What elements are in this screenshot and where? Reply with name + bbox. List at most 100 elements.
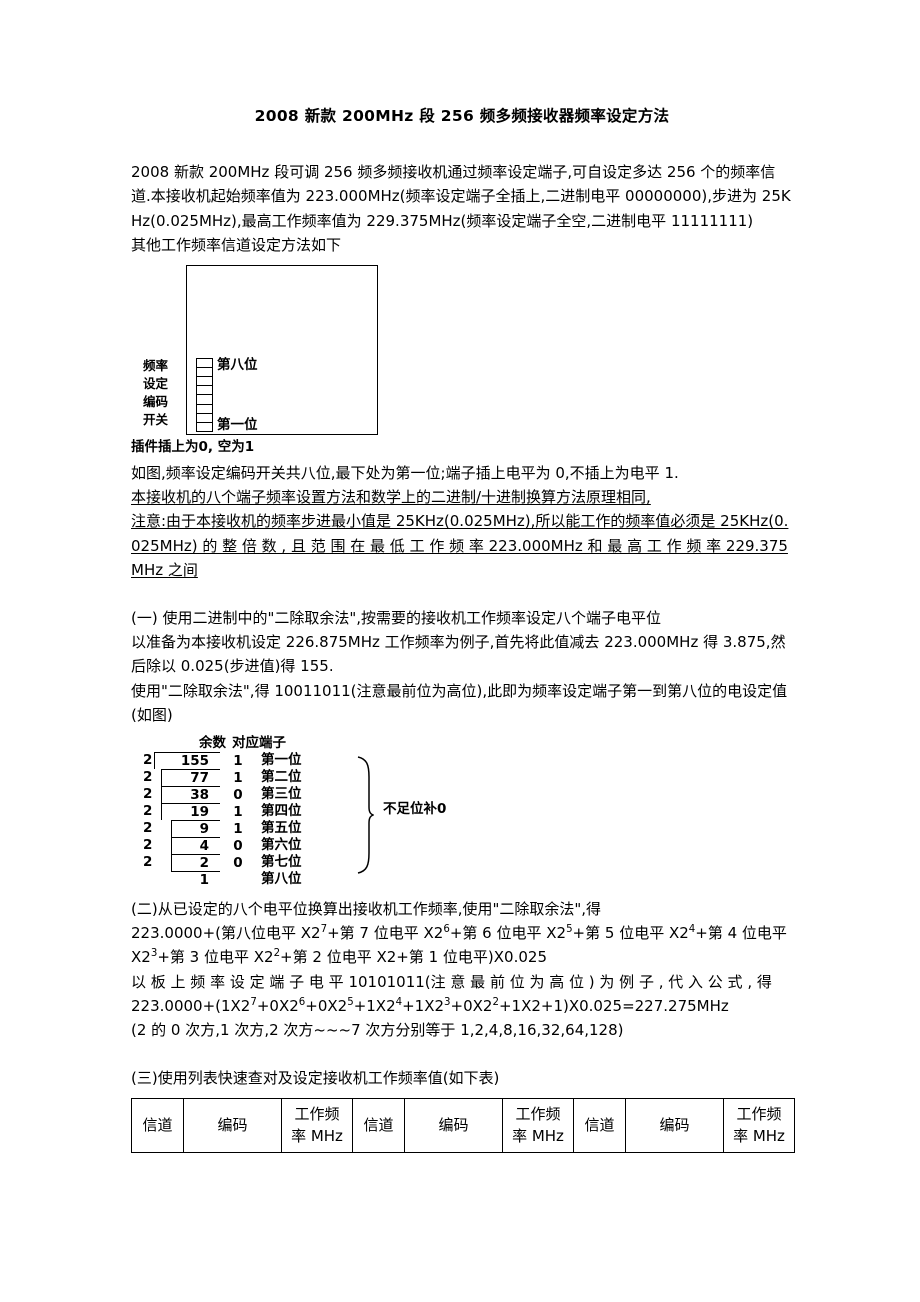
division-row: 2 77 1 第二位 bbox=[143, 768, 473, 786]
division-divisor: 2 bbox=[143, 853, 153, 870]
header-frequency-2: 工作频率 MHz bbox=[502, 1098, 574, 1154]
dip-switch-cell-3 bbox=[197, 405, 212, 414]
division-divisor: 2 bbox=[143, 785, 153, 802]
calc-part: +1X2 bbox=[402, 996, 445, 1015]
switch-label-column-1: 频 设 编 开 bbox=[143, 357, 156, 429]
division-header-remainder: 余数 bbox=[199, 734, 226, 751]
division-terminal: 第六位 bbox=[261, 836, 302, 853]
switch-diagram-caption: 插件插上为0, 空为1 bbox=[131, 438, 255, 455]
division-remainder: 1 bbox=[233, 752, 243, 769]
division-remainder: 1 bbox=[233, 769, 243, 786]
division-row: 1 第八位 bbox=[143, 870, 473, 888]
division-terminal: 第二位 bbox=[261, 768, 302, 785]
dip-switch-cell-6 bbox=[197, 377, 212, 387]
formula-part: 223.0000+(第八位电平 X2 bbox=[131, 924, 321, 943]
switch-label-char: 编 bbox=[143, 393, 156, 409]
switch-label-char: 频 bbox=[143, 357, 156, 373]
division-terminal: 第八位 bbox=[261, 870, 302, 887]
header-code-2: 编码 bbox=[404, 1098, 503, 1154]
bit-label-first: 第一位 bbox=[217, 416, 258, 433]
section-one-body-1: 以准备为本接收机设定 226.875MHz 工作频率为例子,首先将此值减去 22… bbox=[131, 633, 786, 676]
division-remainder: 1 bbox=[233, 820, 243, 837]
frequency-lookup-table: 信道 编码 工作频率 MHz 信道 编码 工作频率 MHz 信道 编码 工作频率… bbox=[131, 1098, 795, 1154]
switch-label-column-2: 率 定 码 关 bbox=[156, 357, 169, 429]
section-one-body-2: 使用"二除取余法",得 10011011(注意最前位为高位),此即为频率设定端子… bbox=[131, 681, 788, 724]
document-page: 2008 新款 200MHz 段 256 频多频接收器频率设定方法 2008 新… bbox=[0, 0, 920, 1302]
division-divisor: 2 bbox=[143, 819, 153, 836]
switch-label-char: 关 bbox=[155, 411, 169, 427]
division-quotient: 19 bbox=[190, 803, 209, 820]
division-header-terminal: 对应端子 bbox=[232, 734, 286, 751]
header-frequency-line2: 率 MHz bbox=[512, 1127, 564, 1146]
note-line-2: 本接收机的八个端子频率设置方法和数学上的二进制/十进制换算方法原理相同, bbox=[131, 488, 651, 507]
header-frequency-1: 工作频率 MHz bbox=[281, 1098, 353, 1154]
table-row: 信道 编码 工作频率 MHz 信道 编码 工作频率 MHz 信道 编码 工作频率… bbox=[131, 1098, 795, 1154]
formula-part: +第 5 位电平 X2 bbox=[572, 924, 689, 943]
note-line-3: 注意:由于本接收机的频率步进最小值是 25KHz(0.025MHz),所以能工作… bbox=[131, 512, 789, 579]
dip-switch-cell-1 bbox=[197, 423, 212, 431]
calc-part: +0X2 bbox=[450, 996, 493, 1015]
switch-label-char: 设 bbox=[143, 375, 156, 391]
switch-label-char: 率 bbox=[155, 357, 169, 373]
division-quotient: 38 bbox=[190, 786, 209, 803]
calc-part: +0X2 bbox=[256, 996, 299, 1015]
division-divisor: 2 bbox=[143, 768, 153, 785]
document-content: 2008 新款 200MHz 段 256 频多频接收器频率设定方法 2008 新… bbox=[131, 106, 795, 1154]
switch-diagram: 频 设 编 开 率 定 码 关 第八位 第一位 插件插上为0, 空为1 bbox=[131, 264, 793, 461]
header-channel-3: 信道 bbox=[573, 1098, 626, 1154]
header-code-3: 编码 bbox=[625, 1098, 724, 1154]
formula-part: +第 6 位电平 X2 bbox=[449, 924, 567, 943]
note-line-1: 如图,频率设定编码开关共八位,最下处为第一位;端子插上电平为 0,不插上为电平 … bbox=[131, 463, 679, 482]
section-one-heading: (一) 使用二进制中的"二除取余法",按需要的接收机工作频率设定八个端子电平位 bbox=[131, 608, 662, 627]
grouping-brace-icon bbox=[357, 756, 374, 874]
division-remainder: 1 bbox=[233, 803, 243, 820]
division-quotient: 155 bbox=[180, 752, 209, 769]
switch-label-char: 定 bbox=[155, 375, 169, 391]
section-two-example-lead: 以 板 上 频 率 设 定 端 子 电 平 10101011(注 意 最 前 位… bbox=[131, 972, 772, 991]
division-terminal: 第三位 bbox=[261, 785, 302, 802]
dip-switch-cell-2 bbox=[197, 414, 212, 423]
calc-part: 223.0000+(1X2 bbox=[131, 996, 251, 1015]
division-remainder: 0 bbox=[233, 854, 243, 871]
calc-part: +0X2 bbox=[305, 996, 348, 1015]
header-frequency-line1: 工作频 bbox=[736, 1105, 782, 1124]
section-two-heading: (二)从已设定的八个电平位换算出接收机工作频率,使用"二除取余法",得 bbox=[131, 899, 602, 918]
formula-part: +第 2 位电平 X2+第 1 位电平)X0.025 bbox=[280, 948, 548, 967]
dip-switch-cell-7 bbox=[197, 368, 212, 378]
division-remainder: 0 bbox=[233, 837, 243, 854]
calc-part: +1X2 bbox=[353, 996, 396, 1015]
intro-lead-paragraph: 其他工作频率信道设定方法如下 bbox=[131, 235, 342, 254]
calc-part: +1X2+1)X0.025=227.275MHz bbox=[498, 996, 729, 1015]
division-header: 余数 对应端子 bbox=[199, 734, 286, 751]
division-row: 2 4 0 第六位 bbox=[143, 836, 473, 854]
division-divisor: 2 bbox=[143, 751, 153, 768]
formula-part: +第 7 位电平 X2 bbox=[327, 924, 444, 943]
receiver-body-outline bbox=[186, 264, 378, 435]
header-channel-1: 信道 bbox=[131, 1098, 184, 1154]
section-two-calculation: 223.0000+(1X27+0X26+0X25+1X24+1X23+0X22+… bbox=[131, 994, 793, 1018]
table-header: 信道 编码 工作频率 MHz 信道 编码 工作频率 MHz 信道 编码 工作频率… bbox=[131, 1098, 795, 1154]
switch-label-char: 码 bbox=[155, 393, 169, 409]
switch-label-char: 开 bbox=[143, 411, 156, 427]
long-division-diagram: 余数 对应端子 2 155 1 第一位 2 77 1 第二位 2 38 0 第三… bbox=[143, 734, 473, 888]
division-terminal: 第四位 bbox=[261, 802, 302, 819]
header-code-1: 编码 bbox=[183, 1098, 282, 1154]
division-quotient: 1 bbox=[199, 871, 209, 888]
header-frequency-3: 工作频率 MHz bbox=[723, 1098, 795, 1154]
switch-vertical-label: 频 设 编 开 率 定 码 关 bbox=[143, 357, 168, 429]
brace-note-label: 不足位补0 bbox=[383, 800, 447, 817]
dip-switch-stack bbox=[196, 357, 213, 432]
header-channel-2: 信道 bbox=[352, 1098, 405, 1154]
division-quotient: 4 bbox=[199, 837, 209, 854]
dip-switch-cell-8 bbox=[197, 359, 212, 369]
division-terminal: 第五位 bbox=[261, 819, 302, 836]
division-row: 2 9 1 第五位 bbox=[143, 819, 473, 837]
division-row: 2 2 0 第七位 bbox=[143, 853, 473, 871]
bit-label-eighth: 第八位 bbox=[217, 356, 258, 373]
division-terminal: 第七位 bbox=[261, 853, 302, 870]
division-quotient: 9 bbox=[199, 820, 209, 837]
section-three-heading: (三)使用列表快速查对及设定接收机工作频率值(如下表) bbox=[131, 1069, 500, 1088]
formula-part: +第 3 位电平 X2 bbox=[157, 948, 274, 967]
page-title: 2008 新款 200MHz 段 256 频多频接收器频率设定方法 bbox=[254, 107, 670, 125]
dip-switch-cell-4 bbox=[197, 395, 212, 405]
